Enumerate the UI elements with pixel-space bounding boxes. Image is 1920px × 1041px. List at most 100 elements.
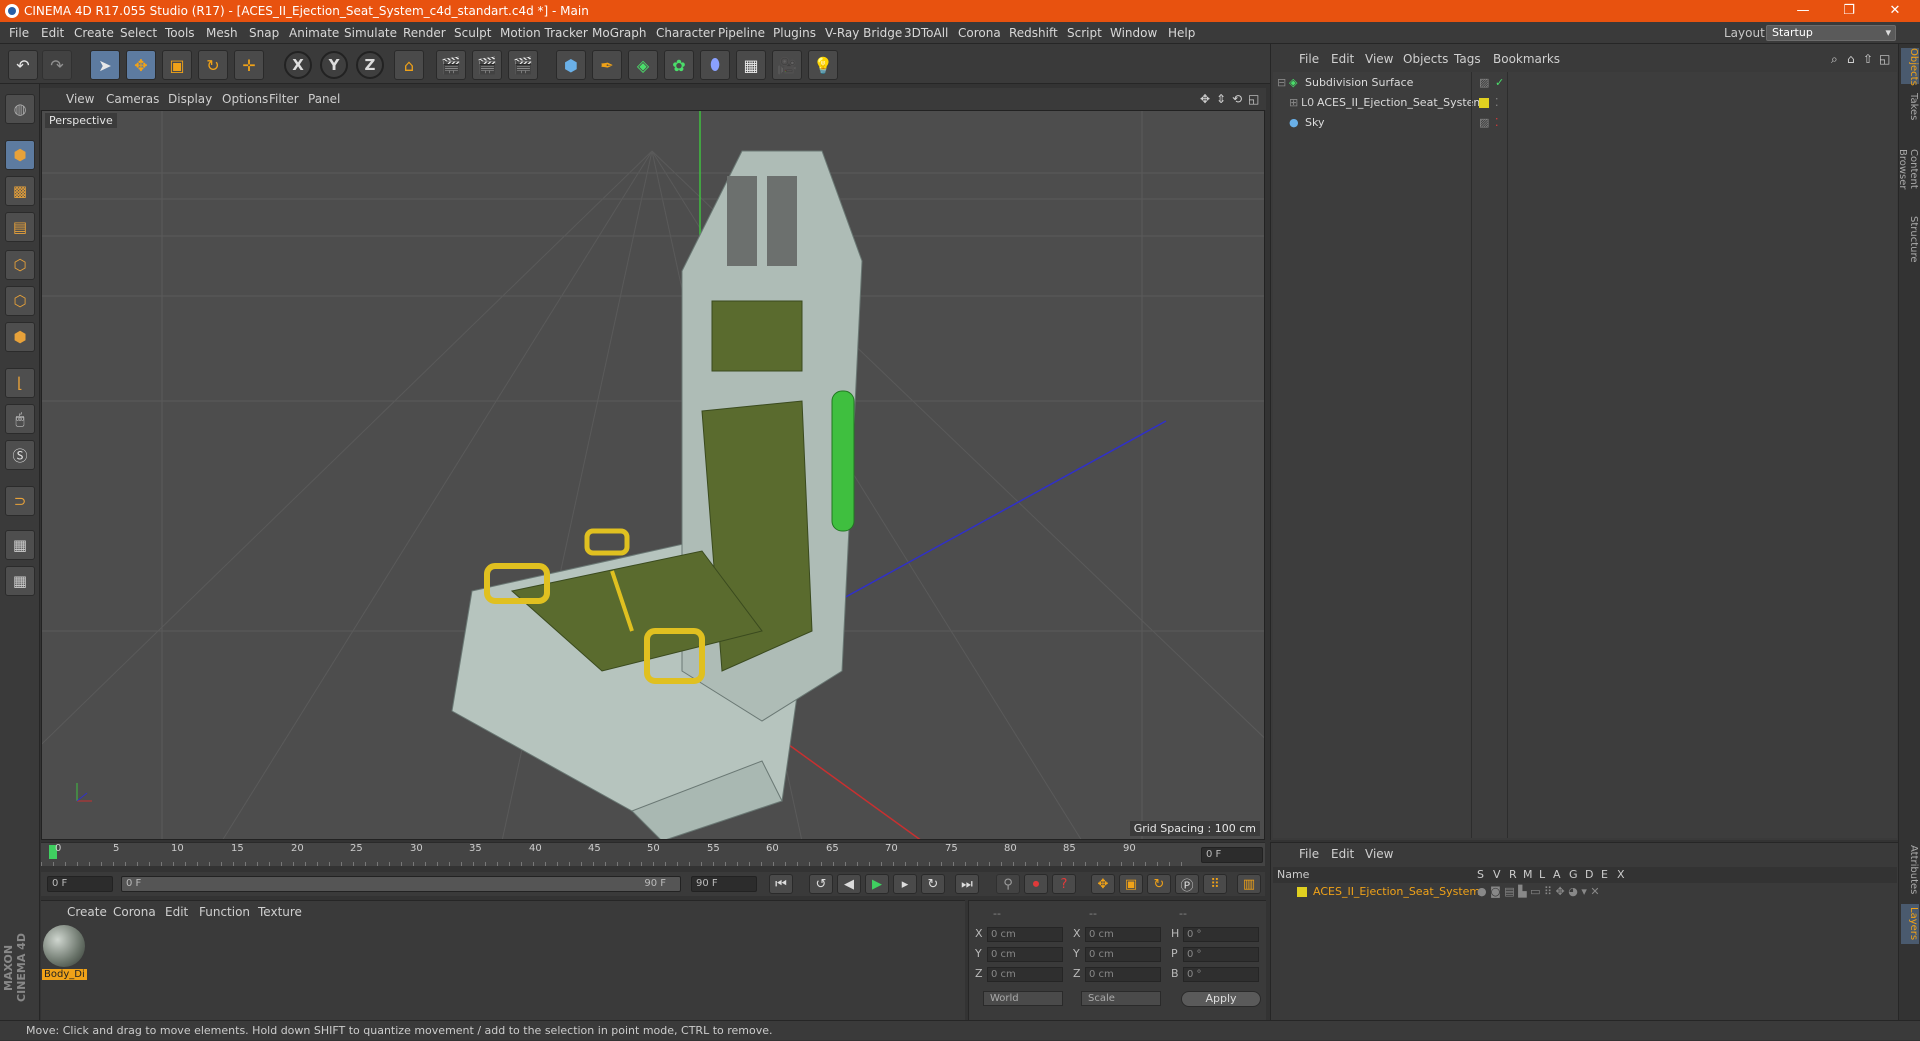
objects-menu-tags[interactable]: Tags	[1454, 52, 1481, 66]
viewport-move-icon[interactable]: ✥	[1200, 88, 1210, 110]
layer-color-swatch[interactable]	[1297, 887, 1307, 897]
add-subdivision-surface-button[interactable]: ◈	[628, 50, 658, 80]
size-mode-dropdown[interactable]: Scale	[1081, 991, 1161, 1006]
rotation-key-button[interactable]: ↻	[1147, 874, 1171, 894]
render-view-button[interactable]: 🎬	[436, 50, 466, 80]
viewport-menu-panel[interactable]: Panel	[308, 88, 340, 110]
menu-character[interactable]: Character	[656, 22, 715, 44]
position-y-field[interactable]: 0 cm	[987, 947, 1063, 962]
menu-plugins[interactable]: Plugins	[773, 22, 816, 44]
material-name-label[interactable]: Body_Di	[42, 969, 87, 980]
object-row-ejection-seat[interactable]: ⊞ L0 ACES_II_Ejection_Seat_System ⁚	[1273, 94, 1897, 112]
tab-takes[interactable]: Takes	[1901, 92, 1919, 122]
tab-attributes[interactable]: Attributes	[1901, 844, 1919, 896]
viewport-rotate-icon[interactable]: ⟲	[1232, 88, 1242, 110]
menu-3dtoall[interactable]: 3DToAll	[904, 22, 948, 44]
object-row-subdivision-surface[interactable]: ⊟ ◈ Subdivision Surface ▨ ✓	[1273, 74, 1897, 92]
y-axis-lock-button[interactable]: Y	[320, 51, 348, 79]
add-cube-button[interactable]: ⬢	[556, 50, 586, 80]
add-cloner-button[interactable]: ✿	[664, 50, 694, 80]
goto-end-button[interactable]: ⏭	[955, 874, 979, 894]
tab-content-browser[interactable]: Content Browser	[1897, 130, 1919, 208]
visibility-dots-icon[interactable]: ⁚	[1495, 94, 1499, 112]
viewport-menu-view[interactable]: View	[66, 88, 94, 110]
menu-select[interactable]: Select	[120, 22, 157, 44]
material-menu-texture[interactable]: Texture	[258, 903, 302, 921]
previous-key-button[interactable]: ↺	[809, 874, 833, 894]
menu-simulate[interactable]: Simulate	[344, 22, 397, 44]
z-axis-lock-button[interactable]: Z	[356, 51, 384, 79]
tab-layers[interactable]: Layers	[1901, 904, 1919, 944]
add-light-button[interactable]: 💡	[808, 50, 838, 80]
expand-toggle-icon[interactable]: ⊞	[1289, 94, 1298, 112]
add-floor-button[interactable]: ▦	[736, 50, 766, 80]
menu-snap[interactable]: Snap	[249, 22, 279, 44]
timeline-ruler[interactable]: 0 5 10 15 20 25 30 35 40 45 50 55 60 65 …	[41, 842, 1265, 866]
search-icon[interactable]: ⌕	[1831, 52, 1838, 67]
menu-vray-bridge[interactable]: V-Ray Bridge	[825, 22, 902, 44]
material-menu-function[interactable]: Function	[199, 903, 250, 921]
tweak-mode-button[interactable]: 🖱	[5, 404, 35, 434]
menu-help[interactable]: Help	[1168, 22, 1195, 44]
menu-create[interactable]: Create	[74, 22, 114, 44]
minimize-button[interactable]: —	[1780, 0, 1826, 22]
tab-objects[interactable]: Objects	[1901, 48, 1919, 86]
perspective-viewport[interactable]: Perspective Grid Spacing : 100 cm	[41, 110, 1265, 840]
menu-file[interactable]: File	[9, 22, 29, 44]
add-spline-pen-button[interactable]: ✒	[592, 50, 622, 80]
object-name[interactable]: Sky	[1305, 114, 1324, 132]
menu-mesh[interactable]: Mesh	[206, 22, 238, 44]
move-tool-button[interactable]: ✥	[126, 50, 156, 80]
texture-mode-button[interactable]: ▩	[5, 176, 35, 206]
start-frame-field[interactable]: 0 F	[47, 876, 113, 892]
x-axis-lock-button[interactable]: X	[284, 51, 312, 79]
menu-script[interactable]: Script	[1067, 22, 1102, 44]
frame-range-slider[interactable]: 0 F 90 F	[121, 876, 681, 892]
make-editable-button[interactable]: ◍	[5, 94, 35, 124]
render-picture-viewer-button[interactable]: 🎬	[472, 50, 502, 80]
objects-menu-edit[interactable]: Edit	[1331, 52, 1354, 66]
viewport-zoom-icon[interactable]: ⇕	[1216, 88, 1226, 110]
menu-tools[interactable]: Tools	[165, 22, 195, 44]
visibility-dots-icon[interactable]: ▨	[1479, 74, 1489, 92]
menu-mograph[interactable]: MoGraph	[592, 22, 647, 44]
end-frame-field[interactable]: 90 F	[691, 876, 757, 892]
coordinate-system-button[interactable]: ⌂	[394, 50, 424, 80]
locked-workplane-button[interactable]: ▦	[5, 530, 35, 560]
layers-menu-file[interactable]: File	[1299, 845, 1319, 863]
layer-name[interactable]: ACES_II_Ejection_Seat_System	[1313, 883, 1480, 901]
layer-color-swatch[interactable]	[1479, 98, 1489, 108]
object-name[interactable]: Subdivision Surface	[1305, 74, 1413, 92]
viewport-menu-cameras[interactable]: Cameras	[106, 88, 159, 110]
ejection-seat-model[interactable]	[451, 150, 863, 840]
menu-redshift[interactable]: Redshift	[1009, 22, 1058, 44]
coordinate-space-dropdown[interactable]: World	[983, 991, 1063, 1006]
add-camera-button[interactable]: 🎥	[772, 50, 802, 80]
points-mode-button[interactable]: ⬡	[5, 250, 35, 280]
layer-flag-icons[interactable]: ● ◙ ▤ ▙ ▭ ⠿ ✥ ◕ ▾ ✕	[1477, 883, 1600, 901]
home-icon[interactable]: ⌂	[1847, 52, 1855, 66]
position-key-button[interactable]: ✥	[1091, 874, 1115, 894]
size-z-field[interactable]: 0 cm	[1085, 967, 1161, 982]
goto-start-button[interactable]: ⏮	[769, 874, 793, 894]
objects-menu-bookmarks[interactable]: Bookmarks	[1493, 52, 1560, 66]
layer-row[interactable]: ACES_II_Ejection_Seat_System ● ◙ ▤ ▙ ▭ ⠿…	[1273, 883, 1897, 901]
tab-structure[interactable]: Structure	[1901, 216, 1919, 263]
viewport-menu-filter[interactable]: Filter	[269, 88, 299, 110]
workplane-mode-button[interactable]: ▤	[5, 212, 35, 242]
material-menu-corona[interactable]: Corona	[113, 903, 156, 921]
collapse-toggle-icon[interactable]: ⊟	[1277, 74, 1286, 92]
material-menu-create[interactable]: Create	[67, 903, 107, 921]
material-preview-sphere[interactable]	[43, 925, 85, 967]
model-mode-button[interactable]: ⬢	[5, 140, 35, 170]
apply-button[interactable]: Apply	[1181, 991, 1261, 1007]
size-x-field[interactable]: 0 cm	[1085, 927, 1161, 942]
menu-motion-tracker[interactable]: Motion Tracker	[500, 22, 588, 44]
menu-animate[interactable]: Animate	[289, 22, 339, 44]
enabled-check-icon[interactable]: ✓	[1495, 74, 1504, 92]
recent-tools-button[interactable]: ✛	[234, 50, 264, 80]
add-deformer-button[interactable]: ⬮	[700, 50, 730, 80]
menu-edit[interactable]: Edit	[41, 22, 64, 44]
viewport-menu-display[interactable]: Display	[168, 88, 212, 110]
menu-corona[interactable]: Corona	[958, 22, 1001, 44]
